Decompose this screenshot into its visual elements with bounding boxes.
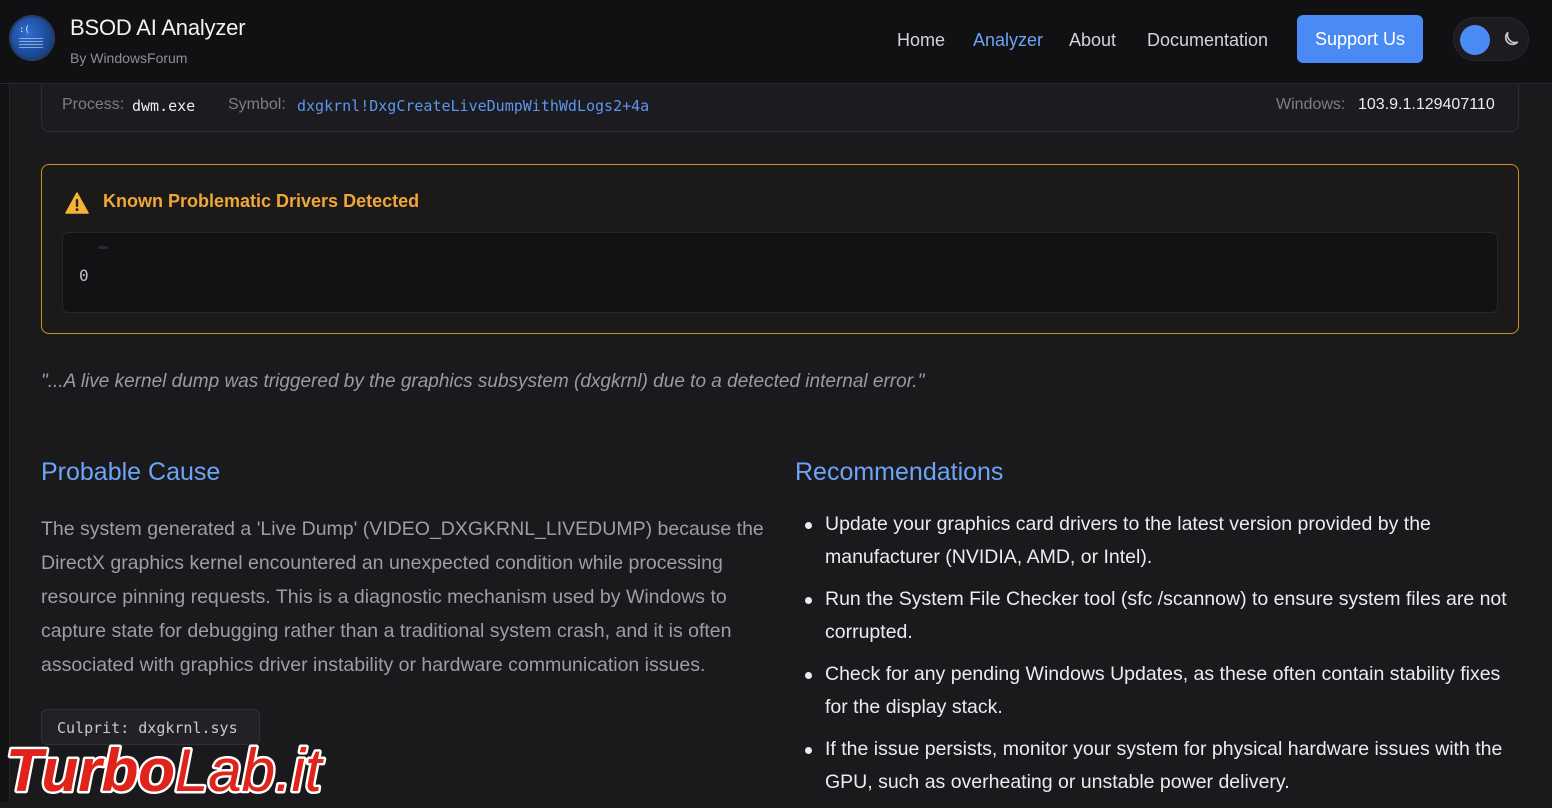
app-subtitle: By WindowsForum	[70, 50, 188, 66]
drivers-output-decoration	[98, 246, 108, 249]
moon-icon	[1504, 31, 1519, 46]
recommendation-text: Run the System File Checker tool (sfc /s…	[825, 588, 1507, 643]
nav-analyzer[interactable]: Analyzer	[973, 30, 1043, 51]
recommendation-item: Update your graphics card drivers to the…	[795, 508, 1525, 574]
theme-toggle[interactable]	[1453, 17, 1529, 61]
app-logo[interactable]: :(	[11, 17, 53, 59]
nav-home[interactable]: Home	[897, 30, 945, 51]
app-title[interactable]: BSOD AI Analyzer	[70, 15, 246, 41]
drivers-output-value: 0	[79, 266, 89, 285]
nav-about[interactable]: About	[1069, 30, 1116, 51]
bullet-icon	[805, 672, 812, 679]
windows-label: Windows:	[1276, 96, 1346, 113]
recommendation-text: Check for any pending Windows Updates, a…	[825, 663, 1501, 718]
bullet-icon	[805, 747, 812, 754]
recommendation-text: Update your graphics card drivers to the…	[825, 513, 1431, 568]
warning-icon	[65, 192, 89, 214]
process-value: dwm.exe	[132, 97, 196, 115]
recommendations-list: Update your graphics card drivers to the…	[795, 508, 1525, 808]
recommendation-item: Check for any pending Windows Updates, a…	[795, 658, 1525, 724]
svg-text:TurboLab.it: TurboLab.it	[6, 737, 324, 802]
probable-cause-text: The system generated a 'Live Dump' (VIDE…	[41, 518, 764, 676]
recommendation-text: If the issue persists, monitor your syst…	[825, 738, 1503, 793]
bullet-icon	[805, 522, 812, 529]
symbol-label: Symbol:	[228, 96, 286, 113]
symbol-value: dxgkrnl!DxgCreateLiveDumpWithWdLogs2+4a	[297, 97, 650, 115]
recommendation-item: If the issue persists, monitor your syst…	[795, 733, 1525, 799]
support-us-button[interactable]: Support Us	[1297, 15, 1423, 63]
logo-face-text: :(	[19, 25, 30, 35]
top-navbar: :( BSOD AI Analyzer By WindowsForum Home…	[0, 0, 1552, 84]
recommendation-item: Run the System File Checker tool (sfc /s…	[795, 583, 1525, 649]
windows-version-value: 103.9.1.129407110	[1358, 96, 1495, 113]
recommendations-title: Recommendations	[795, 458, 1004, 486]
left-edge-strip	[0, 84, 10, 802]
bullet-icon	[805, 597, 812, 604]
turbolab-watermark-logo: TurboLab.it TurboLab.it	[4, 735, 327, 802]
nav-documentation[interactable]: Documentation	[1147, 30, 1268, 51]
logo-lines	[19, 38, 43, 50]
toggle-knob	[1460, 25, 1490, 55]
probable-cause-title: Probable Cause	[41, 458, 221, 486]
drivers-alert-title: Known Problematic Drivers Detected	[103, 191, 420, 211]
analysis-quote: "...A live kernel dump was triggered by …	[41, 371, 925, 392]
process-label: Process:	[62, 96, 125, 113]
drivers-output-box	[62, 232, 1498, 313]
